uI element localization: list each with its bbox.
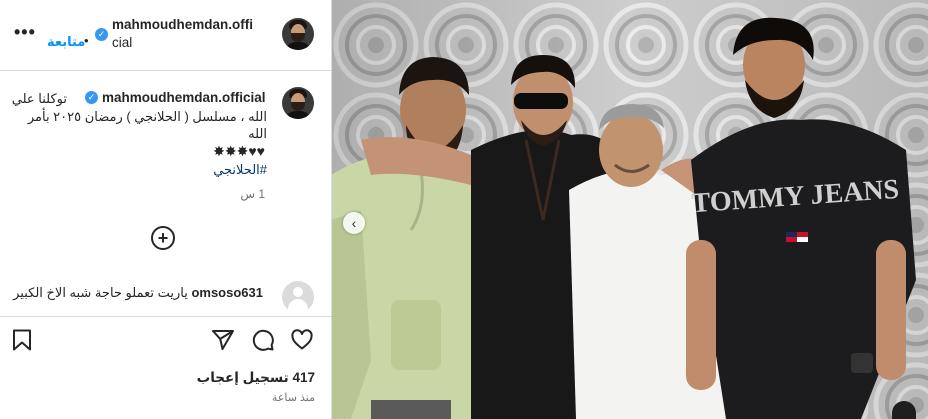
save-icon[interactable]: [10, 328, 34, 352]
caption-author-avatar[interactable]: [282, 87, 314, 119]
caption-line-3: الله: [248, 126, 267, 141]
author-avatar[interactable]: [282, 18, 314, 50]
comment-username[interactable]: omsoso631: [191, 285, 263, 300]
post-side-panel: mahmoudhemdan.offi cial ✓ • متابعة ••• m…: [0, 0, 332, 419]
post-time-ago[interactable]: منذ ساعة: [272, 391, 315, 404]
like-icon[interactable]: [290, 328, 314, 352]
verified-icon: ✓: [85, 91, 98, 104]
hashtag-link[interactable]: #الحلانجي: [213, 162, 267, 178]
add-circle-icon[interactable]: +: [151, 226, 175, 250]
verified-icon: ✓: [95, 28, 108, 41]
likes-count[interactable]: 417 تسجيل إعجاب: [197, 370, 315, 386]
header-divider: [0, 70, 331, 71]
post-photo[interactable]: TOMMY JEANS ‹: [331, 0, 928, 419]
comment-text: ياريت تعملو حاجة شبه الاخ الكبير: [13, 285, 188, 300]
comments-fade: [0, 308, 331, 316]
comment-item: omsoso631 ياريت تعملو حاجة شبه الاخ الكب…: [13, 285, 263, 301]
caption-timestamp[interactable]: 1 س: [240, 187, 265, 201]
tagged-users-button[interactable]: [892, 401, 916, 419]
caption-line-1: توكلنا علي: [11, 91, 67, 106]
caption-line-2: الله ، مسلسل ( الحلانجي ) رمضان ٢٠٢٥ بأم…: [27, 109, 267, 124]
follow-button[interactable]: متابعة: [47, 34, 85, 50]
more-options-icon[interactable]: •••: [14, 22, 36, 43]
photo-image: TOMMY JEANS: [331, 0, 928, 419]
caption-author-username[interactable]: mahmoudhemdan.official: [102, 90, 266, 105]
actions-divider: [0, 316, 331, 317]
author-username-line1[interactable]: mahmoudhemdan.offi: [112, 17, 253, 32]
author-username-line2[interactable]: cial: [112, 35, 132, 50]
comment-icon[interactable]: [251, 328, 275, 352]
caption-emojis: ♥♥✸✸✸: [213, 143, 265, 159]
share-icon[interactable]: [211, 328, 235, 352]
previous-slide-button[interactable]: ‹: [343, 212, 365, 234]
